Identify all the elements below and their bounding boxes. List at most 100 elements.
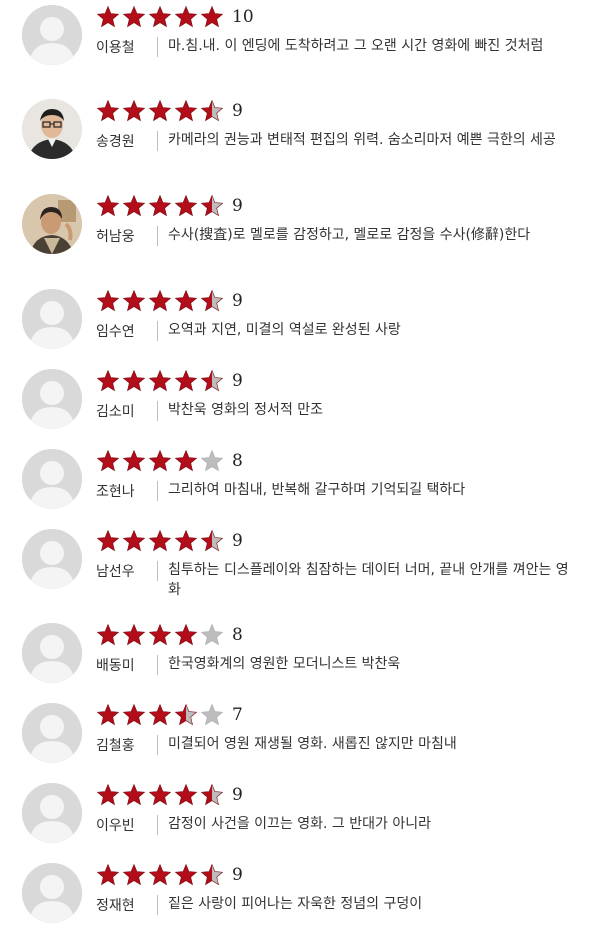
star-full-icon xyxy=(148,194,172,217)
star-full-icon xyxy=(148,289,172,312)
reviewer-name[interactable]: 조현나 xyxy=(96,481,148,501)
star-rating: 9 xyxy=(96,863,243,887)
reviewer-name[interactable]: 허남웅 xyxy=(96,226,148,246)
rating-score: 9 xyxy=(232,196,243,216)
separator xyxy=(157,735,158,755)
rating-score: 8 xyxy=(232,625,243,645)
review-comment: 감정이 사건을 이끄는 영화. 그 반대가 아니라 xyxy=(168,816,431,832)
star-half-icon xyxy=(174,703,198,726)
star-full-icon xyxy=(122,783,146,806)
star-full-icon xyxy=(200,5,224,28)
star-full-icon xyxy=(96,5,120,28)
star-empty-icon xyxy=(200,449,224,472)
reviewer-name[interactable]: 배동미 xyxy=(96,655,148,675)
star-full-icon xyxy=(122,863,146,886)
review-comment: 수사(搜査)로 멜로를 감정하고, 멜로로 감정을 수사(修辭)한다 xyxy=(168,227,531,243)
star-full-icon xyxy=(122,194,146,217)
star-half-icon xyxy=(200,529,224,552)
star-full-icon xyxy=(174,863,198,886)
star-full-icon xyxy=(96,529,120,552)
rating-score: 9 xyxy=(232,531,243,551)
avatar[interactable] xyxy=(22,194,82,254)
star-full-icon xyxy=(122,99,146,122)
review-comment: 침투하는 디스플레이와 침잠하는 데이터 너머, 끝내 안개를 껴안는 영화 xyxy=(168,562,569,598)
avatar[interactable] xyxy=(22,289,82,349)
rating-score: 10 xyxy=(232,7,254,27)
star-full-icon xyxy=(174,449,198,472)
separator xyxy=(157,401,158,421)
reviewer-name[interactable]: 이우빈 xyxy=(96,815,148,835)
star-full-icon xyxy=(174,194,198,217)
reviewer-name[interactable]: 이용철 xyxy=(96,37,148,57)
separator xyxy=(157,321,158,341)
star-full-icon xyxy=(122,449,146,472)
separator xyxy=(157,226,158,246)
reviewer-name[interactable]: 송경원 xyxy=(96,131,148,151)
star-full-icon xyxy=(96,369,120,392)
review-list: 10 이용철 마.침.내. 이 엔딩에 도착하려고 그 오랜 시간 영화에 빠진 것… xyxy=(0,0,591,942)
avatar[interactable] xyxy=(22,863,82,923)
separator xyxy=(157,815,158,835)
star-rating: 8 xyxy=(96,623,243,647)
rating-score: 9 xyxy=(232,291,243,311)
rating-score: 8 xyxy=(232,451,243,471)
star-rating: 9 xyxy=(96,783,243,807)
star-full-icon xyxy=(148,369,172,392)
star-half-icon xyxy=(200,289,224,312)
reviewer-name[interactable]: 김소미 xyxy=(96,401,148,421)
star-full-icon xyxy=(148,783,172,806)
star-full-icon xyxy=(122,529,146,552)
avatar[interactable] xyxy=(22,5,82,65)
star-full-icon xyxy=(122,369,146,392)
rating-score: 9 xyxy=(232,865,243,885)
star-full-icon xyxy=(174,5,198,28)
star-rating: 9 xyxy=(96,529,243,553)
review-comment: 오역과 지연, 미결의 역설로 완성된 사랑 xyxy=(168,322,401,338)
star-full-icon xyxy=(174,99,198,122)
star-full-icon xyxy=(122,289,146,312)
separator xyxy=(157,561,158,581)
star-full-icon xyxy=(174,369,198,392)
avatar[interactable] xyxy=(22,783,82,843)
avatar[interactable] xyxy=(22,449,82,509)
star-full-icon xyxy=(96,703,120,726)
star-full-icon xyxy=(96,289,120,312)
avatar[interactable] xyxy=(22,99,82,159)
star-full-icon xyxy=(148,449,172,472)
separator xyxy=(157,131,158,151)
avatar[interactable] xyxy=(22,529,82,589)
star-full-icon xyxy=(122,703,146,726)
star-full-icon xyxy=(122,5,146,28)
star-rating: 9 xyxy=(96,289,243,313)
star-rating: 9 xyxy=(96,194,243,218)
separator xyxy=(157,37,158,57)
avatar[interactable] xyxy=(22,623,82,683)
star-empty-icon xyxy=(200,623,224,646)
star-full-icon xyxy=(148,99,172,122)
star-full-icon xyxy=(148,703,172,726)
review-comment: 마.침.내. 이 엔딩에 도착하려고 그 오랜 시간 영화에 빠진 것처럼 xyxy=(168,38,544,54)
review-comment: 짙은 사랑이 피어나는 자욱한 정념의 구덩이 xyxy=(168,896,423,912)
reviewer-name[interactable]: 임수연 xyxy=(96,321,148,341)
reviewer-name[interactable]: 정재현 xyxy=(96,895,148,915)
star-half-icon xyxy=(200,99,224,122)
rating-score: 9 xyxy=(232,785,243,805)
star-full-icon xyxy=(96,863,120,886)
star-full-icon xyxy=(122,623,146,646)
star-full-icon xyxy=(96,449,120,472)
star-rating: 10 xyxy=(96,5,254,29)
rating-score: 9 xyxy=(232,371,243,391)
separator xyxy=(157,481,158,501)
avatar[interactable] xyxy=(22,369,82,429)
review-comment: 박찬욱 영화의 정서적 만조 xyxy=(168,402,324,418)
rating-score: 7 xyxy=(232,705,243,725)
star-half-icon xyxy=(200,863,224,886)
reviewer-name[interactable]: 김철홍 xyxy=(96,735,148,755)
star-full-icon xyxy=(96,623,120,646)
star-full-icon xyxy=(96,99,120,122)
rating-score: 9 xyxy=(232,101,243,121)
review-comment: 미결되어 영원 재생될 영화. 새롭진 않지만 마침내 xyxy=(168,736,457,752)
star-rating: 7 xyxy=(96,703,243,727)
reviewer-name[interactable]: 남선우 xyxy=(96,561,148,581)
avatar[interactable] xyxy=(22,703,82,763)
